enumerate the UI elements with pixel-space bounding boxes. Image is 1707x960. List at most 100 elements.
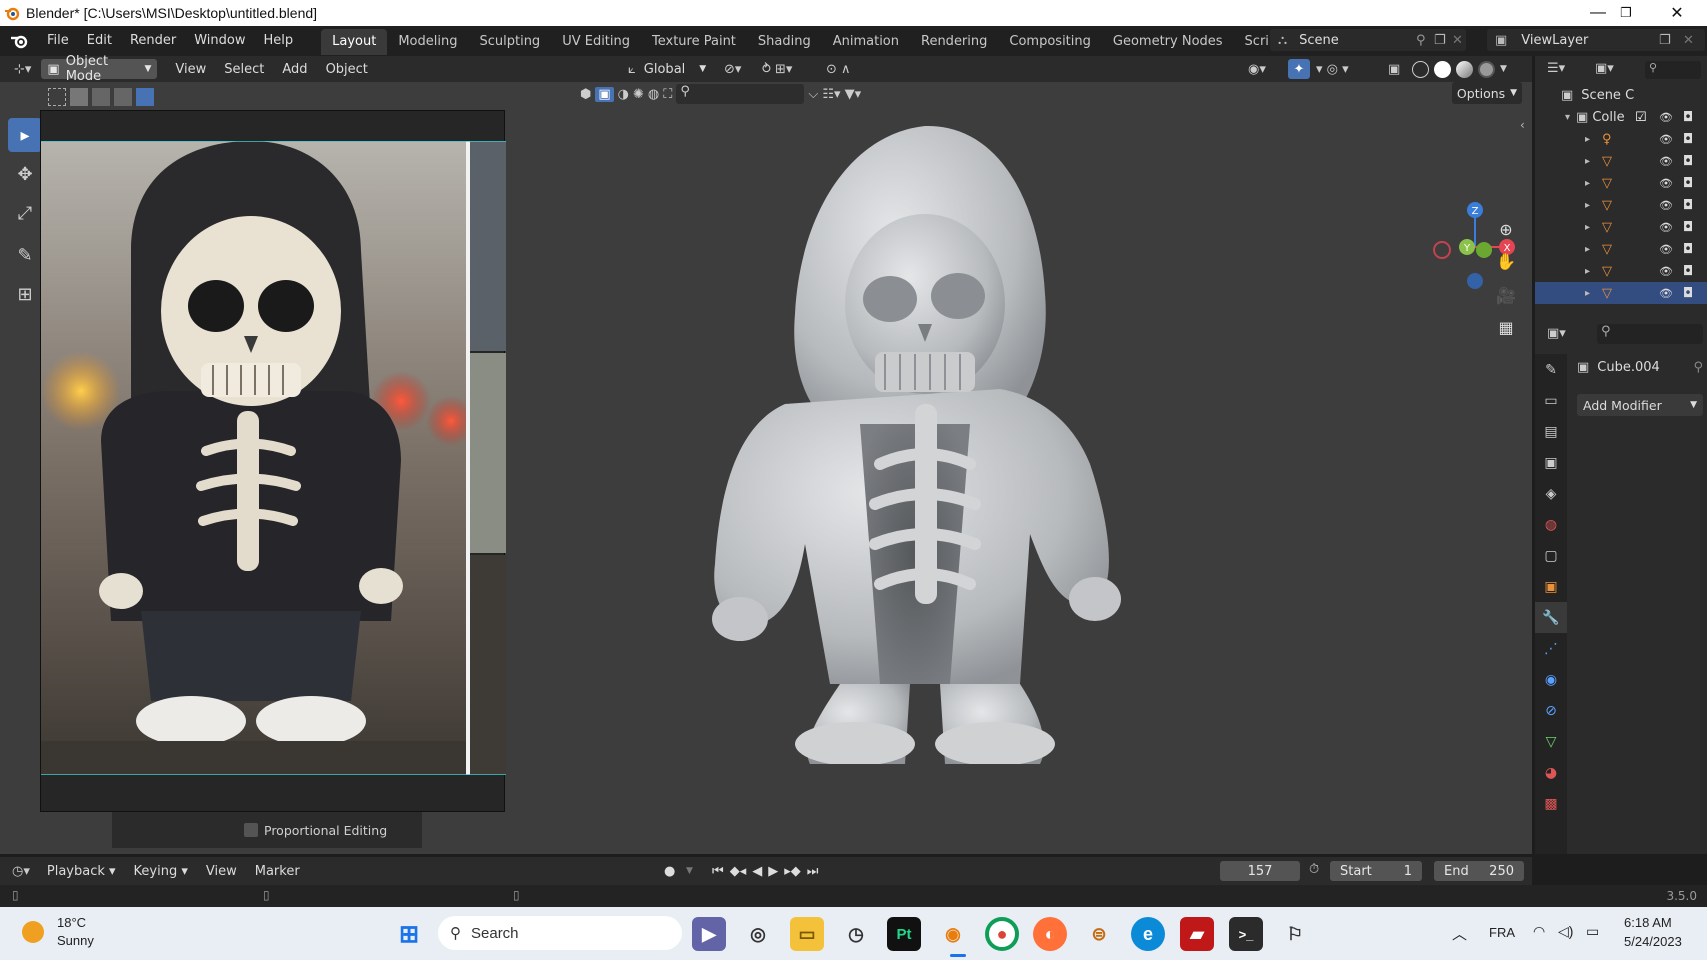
timeline-menu-keying[interactable]: Keying ▾ bbox=[125, 864, 197, 879]
snap-icon[interactable]: ⥁ ⊞▾ bbox=[762, 62, 792, 77]
pin-icon[interactable]: ⚲ bbox=[1693, 360, 1703, 375]
pan-hand-icon[interactable]: ✋ bbox=[1491, 246, 1521, 276]
start-frame-field[interactable]: Start 1 bbox=[1330, 861, 1422, 881]
render-camera-icon[interactable]: ◘ bbox=[1683, 286, 1693, 301]
annotate-tool[interactable]: ✎ bbox=[8, 238, 42, 272]
render-camera-icon[interactable]: ◘ bbox=[1683, 220, 1693, 235]
frame-icon[interactable]: ▣ bbox=[595, 86, 614, 102]
wireframe-shading-icon[interactable] bbox=[1412, 60, 1429, 78]
transform-orientation[interactable]: ⟀ Global ▼ bbox=[628, 62, 706, 77]
tab-layout[interactable]: Layout bbox=[321, 29, 388, 55]
solid-shading-icon[interactable] bbox=[1434, 60, 1451, 78]
timeline-menu-view[interactable]: View bbox=[197, 864, 246, 879]
jump-start-icon[interactable]: ⏮ bbox=[712, 864, 724, 879]
chevron-up-icon[interactable]: ︿ bbox=[1452, 923, 1467, 944]
taskbar-search[interactable]: ⚲ Search bbox=[438, 916, 682, 950]
new-scene-icon[interactable]: ❐ bbox=[1434, 33, 1446, 48]
new-viewlayer-icon[interactable]: ❐ bbox=[1659, 33, 1671, 48]
pycharm-icon[interactable]: Pt bbox=[887, 917, 921, 951]
select-subtract-icon[interactable] bbox=[92, 88, 110, 106]
firefox-icon[interactable]: ◐ bbox=[1033, 917, 1067, 951]
render-camera-icon[interactable]: ◘ bbox=[1683, 198, 1693, 213]
overlay-icon[interactable]: ▾ ◎ ▾ bbox=[1316, 62, 1349, 77]
collection-tab-icon[interactable]: ▢ bbox=[1535, 540, 1567, 571]
render-camera-icon[interactable]: ◘ bbox=[1683, 132, 1693, 147]
timeline-menu-marker[interactable]: Marker bbox=[246, 864, 309, 879]
outliner-object-row[interactable]: ▸ ▽ 👁 ◘ bbox=[1535, 282, 1707, 304]
current-frame-field[interactable]: 157 bbox=[1220, 861, 1300, 881]
xray-icon[interactable]: ▣ bbox=[1388, 62, 1400, 77]
tab-rendering[interactable]: Rendering bbox=[910, 29, 998, 55]
render-camera-icon[interactable]: ◘ bbox=[1683, 110, 1693, 125]
expand-icon[interactable]: ▸ bbox=[1585, 222, 1590, 233]
object-name-field[interactable]: ▣ Cube.004 ⚲ bbox=[1577, 360, 1703, 375]
tab-sculpting[interactable]: Sculpting bbox=[468, 29, 551, 55]
delete-viewlayer-icon[interactable]: ✕ bbox=[1683, 33, 1694, 48]
lamp-icon[interactable]: ✺ bbox=[633, 87, 644, 102]
outliner-scene-row[interactable]: ▣ Scene C bbox=[1535, 84, 1707, 106]
physics-tab-icon[interactable]: ◉ bbox=[1535, 664, 1567, 695]
eye-icon[interactable]: 👁 bbox=[1659, 111, 1673, 124]
menu-help[interactable]: Help bbox=[255, 26, 303, 56]
language-indicator[interactable]: FRA bbox=[1489, 925, 1515, 940]
outliner-object-row[interactable]: ▸ ▽ 👁 ◘ bbox=[1535, 150, 1707, 172]
windows-start-icon[interactable]: ⊞ bbox=[392, 917, 426, 951]
outliner-object-row[interactable]: ▸ ♀ 👁 ◘ bbox=[1535, 128, 1707, 150]
rendered-shading-icon[interactable] bbox=[1478, 60, 1495, 78]
next-keyframe-icon[interactable]: ▸◆ bbox=[784, 864, 801, 879]
chrome-icon[interactable]: ● bbox=[985, 917, 1019, 951]
zoom-icon[interactable]: ⊕ bbox=[1491, 214, 1521, 244]
app-extra-icon[interactable]: ⊜ bbox=[1082, 917, 1116, 951]
eye-icon[interactable]: 👁 bbox=[1659, 133, 1673, 146]
render-camera-icon[interactable]: ◘ bbox=[1683, 176, 1693, 191]
outliner-filter-icon[interactable]: ▣▾ bbox=[1595, 61, 1614, 76]
sphere-icon[interactable]: ◑ bbox=[618, 87, 629, 102]
world-icon[interactable]: ◍ bbox=[648, 87, 659, 102]
viewport-menu-object[interactable]: Object bbox=[317, 62, 377, 77]
tab-uv-editing[interactable]: UV Editing bbox=[551, 29, 641, 55]
menu-render[interactable]: Render bbox=[121, 26, 185, 56]
weather-temp[interactable]: 18°C bbox=[57, 915, 86, 930]
eye-icon[interactable]: 👁 bbox=[1659, 265, 1673, 278]
proportional-editing-option[interactable]: Proportional Editing bbox=[112, 812, 422, 848]
render-camera-icon[interactable]: ◘ bbox=[1683, 242, 1693, 257]
camera-app-icon[interactable]: ◎ bbox=[741, 917, 775, 951]
outliner-object-row[interactable]: ▸ ▽ 👁 ◘ bbox=[1535, 172, 1707, 194]
select-box-tool[interactable]: ▸ bbox=[8, 118, 42, 152]
clock-app-icon[interactable]: ◷ bbox=[839, 917, 873, 951]
viewport-menu-add[interactable]: Add bbox=[273, 62, 316, 77]
data-tab-icon[interactable]: ▽ bbox=[1535, 726, 1567, 757]
scale-tool[interactable]: ⤢ bbox=[8, 196, 42, 230]
eye-icon[interactable]: 👁 bbox=[1659, 177, 1673, 190]
edge-icon[interactable]: e bbox=[1131, 917, 1165, 951]
timeline-menu-playback[interactable]: Playback ▾ bbox=[38, 864, 125, 879]
material-tab-icon[interactable]: ◕ bbox=[1535, 757, 1567, 788]
constraints-tab-icon[interactable]: ⊘ bbox=[1535, 695, 1567, 726]
gizmo-toggle-icon[interactable]: ✦ bbox=[1288, 59, 1310, 79]
filter-search-input[interactable]: ⚲ bbox=[676, 84, 805, 104]
proportional-editing-checkbox[interactable] bbox=[244, 823, 258, 837]
sun-weather-icon[interactable] bbox=[22, 921, 44, 943]
options-dropdown[interactable]: Options ▼ bbox=[1452, 82, 1522, 104]
output-tab-icon[interactable]: ▤ bbox=[1535, 416, 1567, 447]
outliner-object-row[interactable]: ▸ ▽ 👁 ◘ bbox=[1535, 216, 1707, 238]
prev-keyframe-icon[interactable]: ◆◂ bbox=[730, 864, 747, 879]
timeline-editor-icon[interactable]: ◷▾ bbox=[12, 864, 30, 879]
pin-icon[interactable]: ⚲ bbox=[1416, 33, 1426, 48]
tab-modeling[interactable]: Modeling bbox=[387, 29, 468, 55]
viewport-menu-view[interactable]: View bbox=[166, 62, 215, 77]
blender-taskbar-icon[interactable]: ◉ bbox=[936, 917, 970, 951]
eye-icon[interactable]: 👁 bbox=[1659, 155, 1673, 168]
select-extend-icon[interactable] bbox=[70, 88, 88, 106]
expand-icon[interactable]: ▸ bbox=[1585, 266, 1590, 277]
particles-tab-icon[interactable]: ⋰ bbox=[1535, 633, 1567, 664]
object-tab-icon[interactable]: ▣ bbox=[1535, 571, 1567, 602]
outliner-object-row[interactable]: ▸ ▽ 👁 ◘ bbox=[1535, 194, 1707, 216]
expand-icon[interactable]: ▸ bbox=[1585, 134, 1590, 145]
world-tab-icon[interactable]: ◍ bbox=[1535, 509, 1567, 540]
camera-icon[interactable]: ⛶ bbox=[663, 87, 672, 102]
modifier-tab-icon[interactable]: 🔧 bbox=[1535, 602, 1567, 633]
skeleton-sculpt-model[interactable] bbox=[700, 124, 1130, 764]
tab-compositing[interactable]: Compositing bbox=[998, 29, 1102, 55]
delete-scene-icon[interactable]: ✕ bbox=[1452, 33, 1463, 48]
